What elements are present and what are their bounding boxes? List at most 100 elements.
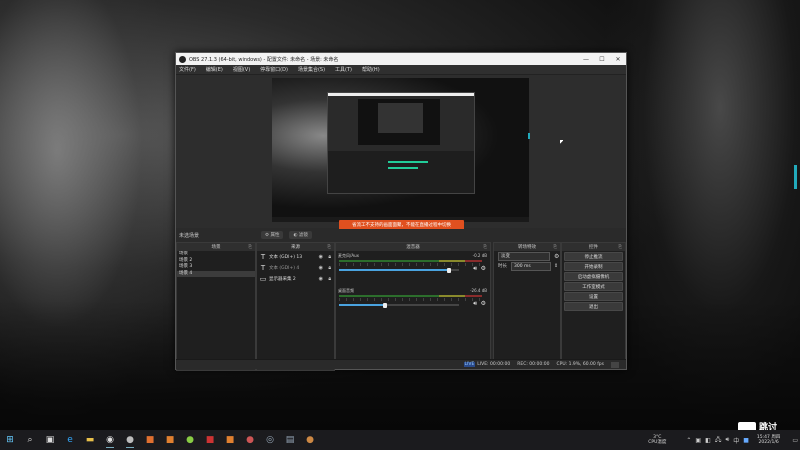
app-icon[interactable]: ● [242, 432, 258, 448]
menu-view[interactable]: 视图(V) [233, 66, 250, 73]
app-icon[interactable]: ● [182, 432, 198, 448]
dock-pin-icon[interactable]: ⎘ [618, 244, 622, 250]
network-icon[interactable]: 🖧︎ [715, 435, 722, 445]
source-item[interactable]: T 文本 (GDI+) 4 ◉ 🔒︎ [257, 262, 334, 273]
dock-pin-icon[interactable]: ⎘ [327, 244, 331, 250]
virtual-camera-button[interactable]: 启动虚拟摄像机 [564, 272, 623, 281]
mixer-track: 桌面音频 -26.4 dB 🔊︎ ⚙ [336, 286, 490, 321]
app-icon[interactable]: ■ [162, 432, 178, 448]
speaker-icon[interactable]: 🔊︎ [473, 300, 477, 308]
tray-app-icon[interactable]: ■ [743, 437, 749, 444]
resize-grip-icon[interactable] [611, 361, 619, 368]
edge-browser-icon[interactable]: e [62, 432, 78, 448]
system-tray: 3°C CPU温度 ⌃ ▣ ◧ 🖧︎ 🔊︎ 中 ■ 15:47 周四 2022/… [648, 430, 800, 450]
mixer-dock: 混音器 ⎘ 麦克风/Aux -0.2 dB 🔊︎ ⚙ 桌面音频 -26.4 dB … [335, 242, 491, 362]
maximize-button[interactable]: ☐ [594, 53, 610, 65]
resize-handle[interactable] [528, 133, 530, 139]
windows-start-icon[interactable]: ⊞ [2, 432, 18, 448]
close-button[interactable]: ✕ [610, 53, 626, 65]
sources-header: 来源 [291, 245, 300, 250]
volume-slider[interactable] [339, 302, 459, 308]
app-icon[interactable]: ■ [222, 432, 238, 448]
stop-streaming-button[interactable]: 停止推流 [564, 252, 623, 261]
obs-taskbar-icon[interactable]: ● [122, 432, 138, 448]
app-icon[interactable]: ▤ [282, 432, 298, 448]
transition-gear-icon[interactable]: ⚙ [554, 253, 559, 260]
steam-icon[interactable]: ◎ [262, 432, 278, 448]
obs-logo-icon [179, 55, 186, 63]
dock-pin-icon[interactable]: ⎘ [483, 244, 487, 250]
track-name: 麦克风/Aux [338, 253, 359, 258]
lock-icon[interactable]: 🔒︎ [328, 265, 331, 271]
menu-tools[interactable]: 工具(T) [335, 66, 352, 73]
minimize-button[interactable]: — [578, 53, 594, 65]
scenes-header: 场景 [211, 245, 221, 250]
volume-knob[interactable] [447, 267, 452, 273]
app-icon[interactable]: ◉ [102, 432, 118, 448]
visibility-eye-icon[interactable]: ◉ [319, 265, 323, 271]
spinner-icon[interactable]: ⇕ [554, 263, 558, 269]
controls-dock: 控件 ⎘ 停止推流 开始录制 启动虚拟摄像机 工作室模式 设置 退出 [561, 242, 626, 362]
taskbar: ⊞ ⌕ ▣ e ▬ ◉ ● ■ ■ ● ■ ■ ● ◎ ▤ ● 3°C CPU温… [0, 430, 800, 450]
window-title: OBS 27.1.3 (64-bit, windows) - 配置文件: 未命名… [189, 56, 339, 63]
dock-pin-icon[interactable]: ⎘ [248, 244, 252, 250]
menu-edit[interactable]: 编辑(E) [206, 66, 223, 73]
menu-scene-collection[interactable]: 场景集合(S) [298, 66, 325, 73]
weather-widget[interactable]: 3°C CPU温度 [648, 435, 666, 445]
meter-scale [339, 263, 482, 266]
exit-button[interactable]: 退出 [564, 302, 623, 311]
mixer-header: 混音器 [406, 245, 420, 250]
properties-button[interactable]: ⚙ 属性 [261, 231, 284, 239]
title-bar[interactable]: OBS 27.1.3 (64-bit, windows) - 配置文件: 未命名… [176, 53, 626, 65]
visibility-eye-icon[interactable]: ◉ [319, 254, 323, 260]
volume-knob[interactable] [382, 302, 387, 308]
preview-canvas[interactable] [272, 78, 529, 222]
dock-pin-icon[interactable]: ⎘ [553, 244, 557, 250]
chevron-up-icon[interactable]: ⌃ [686, 437, 691, 444]
start-recording-button[interactable]: 开始录制 [564, 262, 623, 271]
mouse-cursor-icon [560, 140, 563, 145]
app-icon[interactable]: ■ [142, 432, 158, 448]
app-icon[interactable]: ● [302, 432, 318, 448]
lock-icon[interactable]: 🔒︎ [328, 276, 331, 282]
mixer-track: 麦克风/Aux -0.2 dB 🔊︎ ⚙ [336, 251, 490, 286]
gear-icon[interactable]: ⚙ [481, 265, 486, 272]
speaker-icon[interactable]: 🔊︎ [473, 265, 477, 273]
cpu-status: CPU: 1.9%, 60.00 fps [556, 362, 605, 367]
desktop-accent-bar [794, 165, 797, 189]
gear-icon[interactable]: ⚙ [481, 300, 486, 307]
task-view-icon[interactable]: ▣ [42, 432, 58, 448]
visibility-eye-icon[interactable]: ◉ [319, 276, 323, 282]
menu-docks[interactable]: 停靠窗口(D) [260, 66, 288, 73]
lock-icon[interactable]: 🔒︎ [328, 254, 331, 260]
app-icon[interactable]: ■ [202, 432, 218, 448]
track-name: 桌面音频 [338, 288, 354, 293]
menu-file[interactable]: 文件(F) [179, 66, 196, 73]
scene-toolbar: 未选场景 ⚙ 属性 ◐ 滤镜 [176, 229, 626, 241]
preview-area [176, 75, 626, 228]
transition-select[interactable]: 淡变 [498, 251, 550, 261]
clock[interactable]: 15:47 周四 2022/1/6 [757, 435, 780, 446]
obs-window: OBS 27.1.3 (64-bit, windows) - 配置文件: 未命名… [175, 52, 627, 371]
ime-icon[interactable]: 中 [733, 436, 739, 445]
transitions-header: 转场特效 [518, 245, 536, 250]
menu-help[interactable]: 帮助(H) [362, 66, 380, 73]
live-time: LIVE: 00:00:00 [477, 362, 511, 367]
source-item[interactable]: T 文本 (GDI+) 13 ◉ 🔒︎ [257, 251, 334, 262]
tray-app-icon[interactable]: ◧ [705, 437, 711, 444]
duration-input[interactable]: 300 ms [511, 261, 551, 271]
current-scene-label: 未选场景 [179, 232, 200, 239]
settings-button[interactable]: 设置 [564, 292, 623, 301]
volume-icon[interactable]: 🔊︎ [725, 436, 729, 444]
tray-app-icon[interactable]: ▣ [695, 437, 701, 444]
scene-item-selected[interactable]: 场景 4 [177, 270, 255, 277]
volume-slider[interactable] [339, 267, 459, 273]
file-explorer-icon[interactable]: ▬ [82, 432, 98, 448]
source-item[interactable]: ▭ 显示器采集 2 ◉ 🔒︎ [257, 273, 334, 284]
search-icon[interactable]: ⌕ [22, 432, 38, 448]
notification-icon[interactable]: ▭ [792, 437, 798, 444]
studio-mode-button[interactable]: 工作室模式 [564, 282, 623, 291]
text-source-icon: T [260, 263, 266, 272]
filters-button[interactable]: ◐ 滤镜 [289, 231, 312, 239]
meter-scale [339, 298, 482, 301]
